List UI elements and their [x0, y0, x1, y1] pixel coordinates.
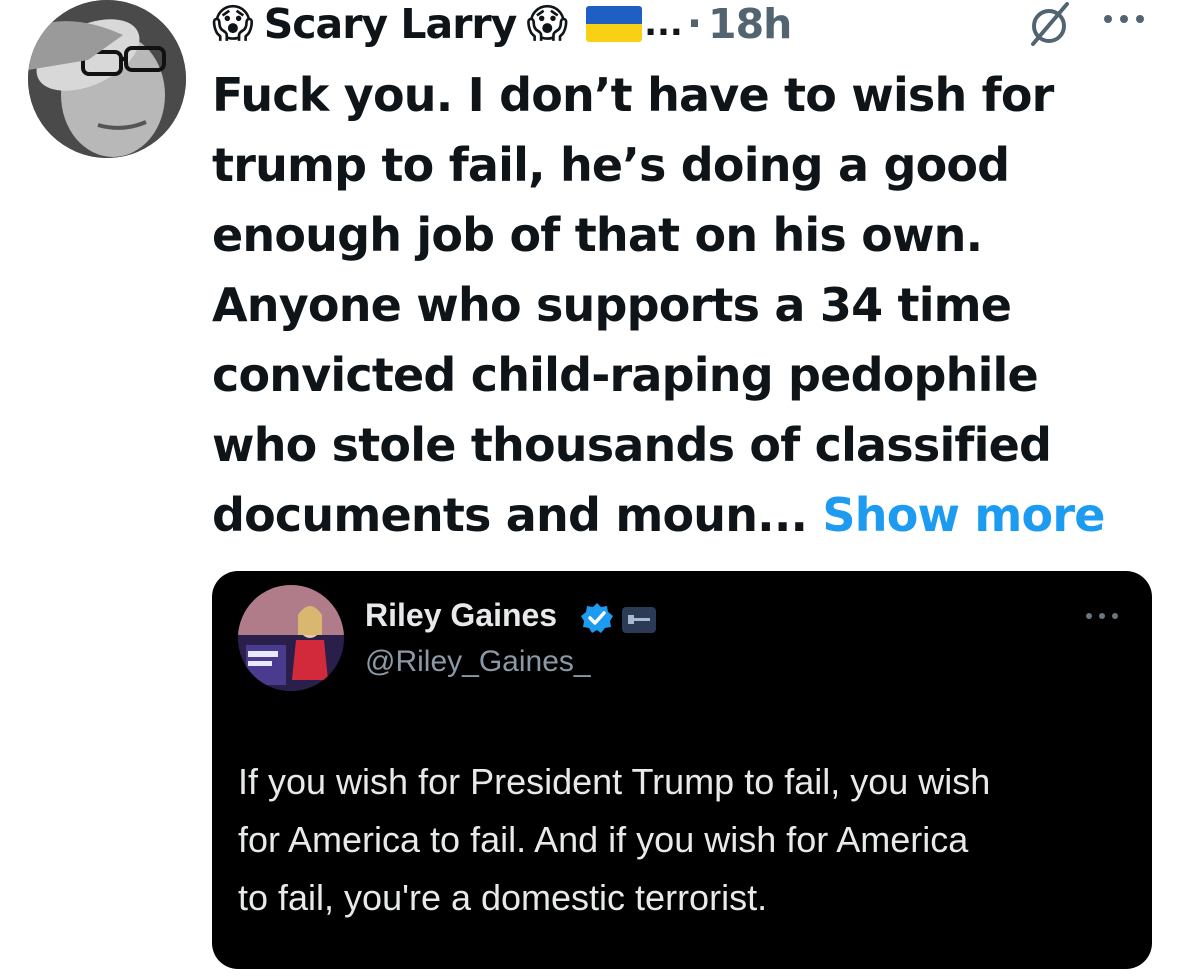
tweet-text-truncated: documents and moun...: [212, 488, 808, 542]
affiliation-badge-icon: [622, 607, 656, 633]
scream-emoji-icon: 😱: [212, 1, 254, 47]
tweet-text: Fuck you. I don’t have to wish for trump…: [212, 60, 1152, 550]
name-truncation: ...: [644, 4, 683, 44]
show-more-link[interactable]: Show more: [822, 488, 1105, 542]
author-display-name[interactable]: Scary Larry: [264, 0, 518, 48]
tweet-text-line: Fuck you. I don’t have to wish for: [212, 68, 1054, 122]
quoted-author-avatar: [238, 585, 344, 691]
quoted-author-name: Riley Gaines: [365, 597, 558, 633]
grok-icon[interactable]: [1025, 0, 1073, 48]
separator-dot: ·: [686, 1, 703, 47]
quoted-text-line: for America to fail. And if you wish for…: [238, 819, 969, 860]
tweet-text-last-line: documents and moun... Show more: [212, 480, 1152, 550]
tweet-text-line: enough job of that on his own.: [212, 208, 983, 262]
tweet-text-line: who stole thousands of classified: [212, 418, 1052, 472]
tweet-text-line: trump to fail, he’s doing a good: [212, 138, 1010, 192]
quoted-text-line: to fail, you're a domestic terrorist.: [238, 877, 768, 918]
quoted-tweet-image[interactable]: Riley Gaines @Riley_Gaines_ If you wish …: [212, 571, 1152, 969]
avatar-photo: [28, 0, 186, 158]
tweet-text-line: Anyone who supports a 34 time: [212, 278, 1012, 332]
quoted-more-options-icon: [1086, 613, 1118, 619]
quoted-avatar-photo: [238, 585, 344, 691]
quoted-tweet-text: If you wish for President Trump to fail,…: [238, 753, 1118, 927]
tweet-text-line: convicted child-raping pedophile: [212, 348, 1039, 402]
ukraine-flag-icon: [586, 6, 643, 42]
tweet[interactable]: 😱 Scary Larry 😱 ... · 18h Fuck you. I do…: [0, 0, 1179, 977]
quoted-text-line: If you wish for President Trump to fail,…: [238, 761, 991, 802]
tweet-header: 😱 Scary Larry 😱 ... · 18h: [212, 0, 792, 52]
quoted-author-handle: @Riley_Gaines_: [365, 645, 591, 678]
scream-emoji-icon: 😱: [526, 1, 569, 47]
timestamp[interactable]: 18h: [708, 0, 792, 48]
verified-badge-icon: [581, 603, 613, 633]
more-options-icon[interactable]: [1102, 12, 1146, 26]
author-avatar[interactable]: [28, 0, 186, 158]
